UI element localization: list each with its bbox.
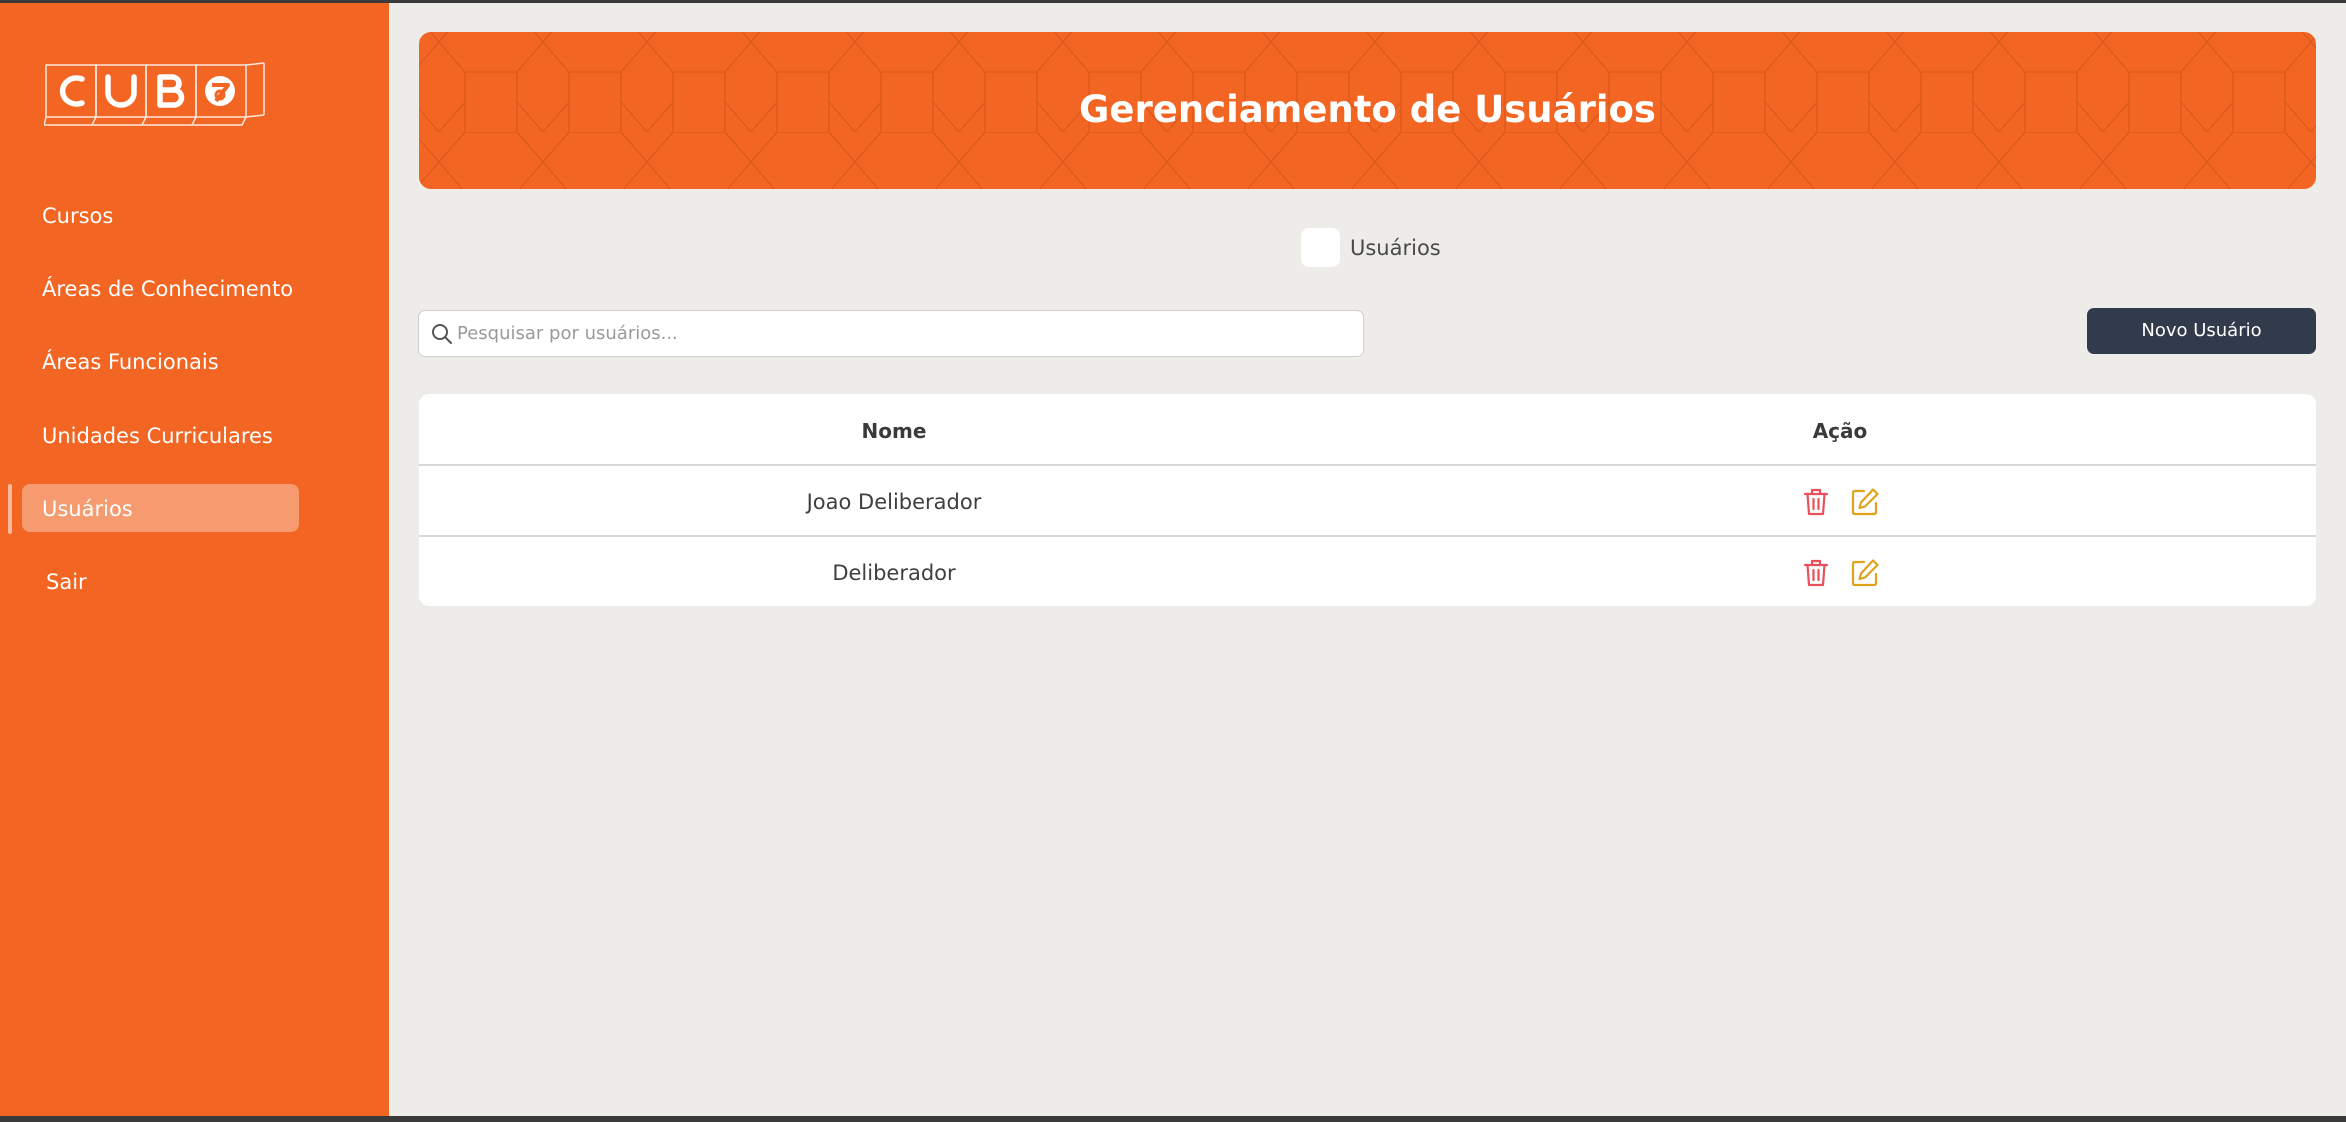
cubo-logo bbox=[43, 61, 266, 131]
trash-icon[interactable] bbox=[1802, 487, 1830, 521]
row-name: Deliberador bbox=[832, 561, 956, 585]
edit-icon[interactable] bbox=[1850, 558, 1880, 592]
active-indicator bbox=[8, 484, 12, 534]
row-divider bbox=[419, 535, 2316, 537]
search-icon bbox=[431, 323, 453, 349]
users-toggle-label: Usuários bbox=[1350, 236, 1441, 260]
sidebar: Cursos Áreas de Conhecimento Áreas Funci… bbox=[0, 3, 389, 1116]
sidebar-item-areas-funcionais[interactable]: Áreas Funcionais bbox=[42, 349, 219, 375]
header-divider bbox=[419, 464, 2316, 466]
search-input[interactable] bbox=[457, 311, 1347, 355]
column-header-acao: Ação bbox=[1812, 419, 1868, 443]
sidebar-item-areas-de-conhecimento[interactable]: Áreas de Conhecimento bbox=[42, 276, 293, 302]
sidebar-item-cursos[interactable]: Cursos bbox=[42, 203, 113, 229]
new-user-button[interactable]: Novo Usuário bbox=[2087, 308, 2316, 354]
users-toggle-checkbox[interactable] bbox=[1301, 228, 1340, 267]
edit-icon[interactable] bbox=[1850, 487, 1880, 521]
page-title: Gerenciamento de Usuários bbox=[1079, 88, 1656, 131]
sidebar-item-usuarios[interactable]: Usuários bbox=[42, 496, 133, 522]
sidebar-item-sair[interactable]: Sair bbox=[46, 569, 87, 595]
page-header-banner: Gerenciamento de Usuários bbox=[419, 32, 2316, 189]
users-table: Nome Ação Joao Deliberador Deliberador bbox=[419, 394, 2316, 606]
search-field[interactable] bbox=[418, 310, 1364, 357]
row-name: Joao Deliberador bbox=[806, 490, 982, 514]
column-header-nome: Nome bbox=[861, 419, 927, 443]
trash-icon[interactable] bbox=[1802, 558, 1830, 592]
sidebar-item-unidades-curriculares[interactable]: Unidades Curriculares bbox=[42, 423, 273, 449]
app-window: Cursos Áreas de Conhecimento Áreas Funci… bbox=[0, 3, 2346, 1116]
